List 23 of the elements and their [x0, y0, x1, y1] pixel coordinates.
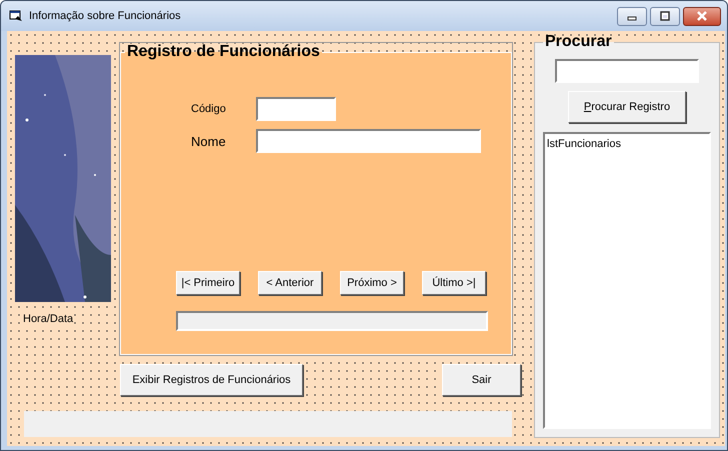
frame-title: Procurar	[544, 33, 613, 51]
close-icon	[697, 11, 707, 21]
clock-label: Hora/Data	[23, 313, 74, 325]
minimize-button[interactable]	[617, 6, 647, 26]
close-button[interactable]	[683, 6, 721, 26]
list-item[interactable]: lstFuncionarios	[547, 138, 621, 150]
maximize-button[interactable]	[650, 6, 680, 26]
window-title: Informação sobre Funcionários	[29, 10, 182, 22]
search-field[interactable]	[555, 59, 699, 83]
search-button[interactable]: Procurar Registro	[568, 91, 686, 123]
navigation-button[interactable]: Último >|	[422, 271, 486, 295]
maximize-icon	[660, 11, 670, 21]
text-field[interactable]	[256, 129, 481, 153]
navigation-button[interactable]: Próximo >	[340, 271, 404, 295]
window-icon	[9, 10, 23, 22]
field-label: Código	[191, 103, 227, 115]
field-label: Nome	[191, 134, 227, 148]
navigation-button[interactable]: < Anterior	[258, 271, 322, 295]
exit-button[interactable]: Sair	[442, 364, 521, 396]
text-field[interactable]	[256, 97, 336, 121]
navigation-button[interactable]: |< Primeiro	[176, 271, 240, 295]
frame-title: Registro de Funcionários	[126, 43, 321, 61]
show-records-button[interactable]: Exibir Registros de Funcionários	[120, 364, 303, 396]
